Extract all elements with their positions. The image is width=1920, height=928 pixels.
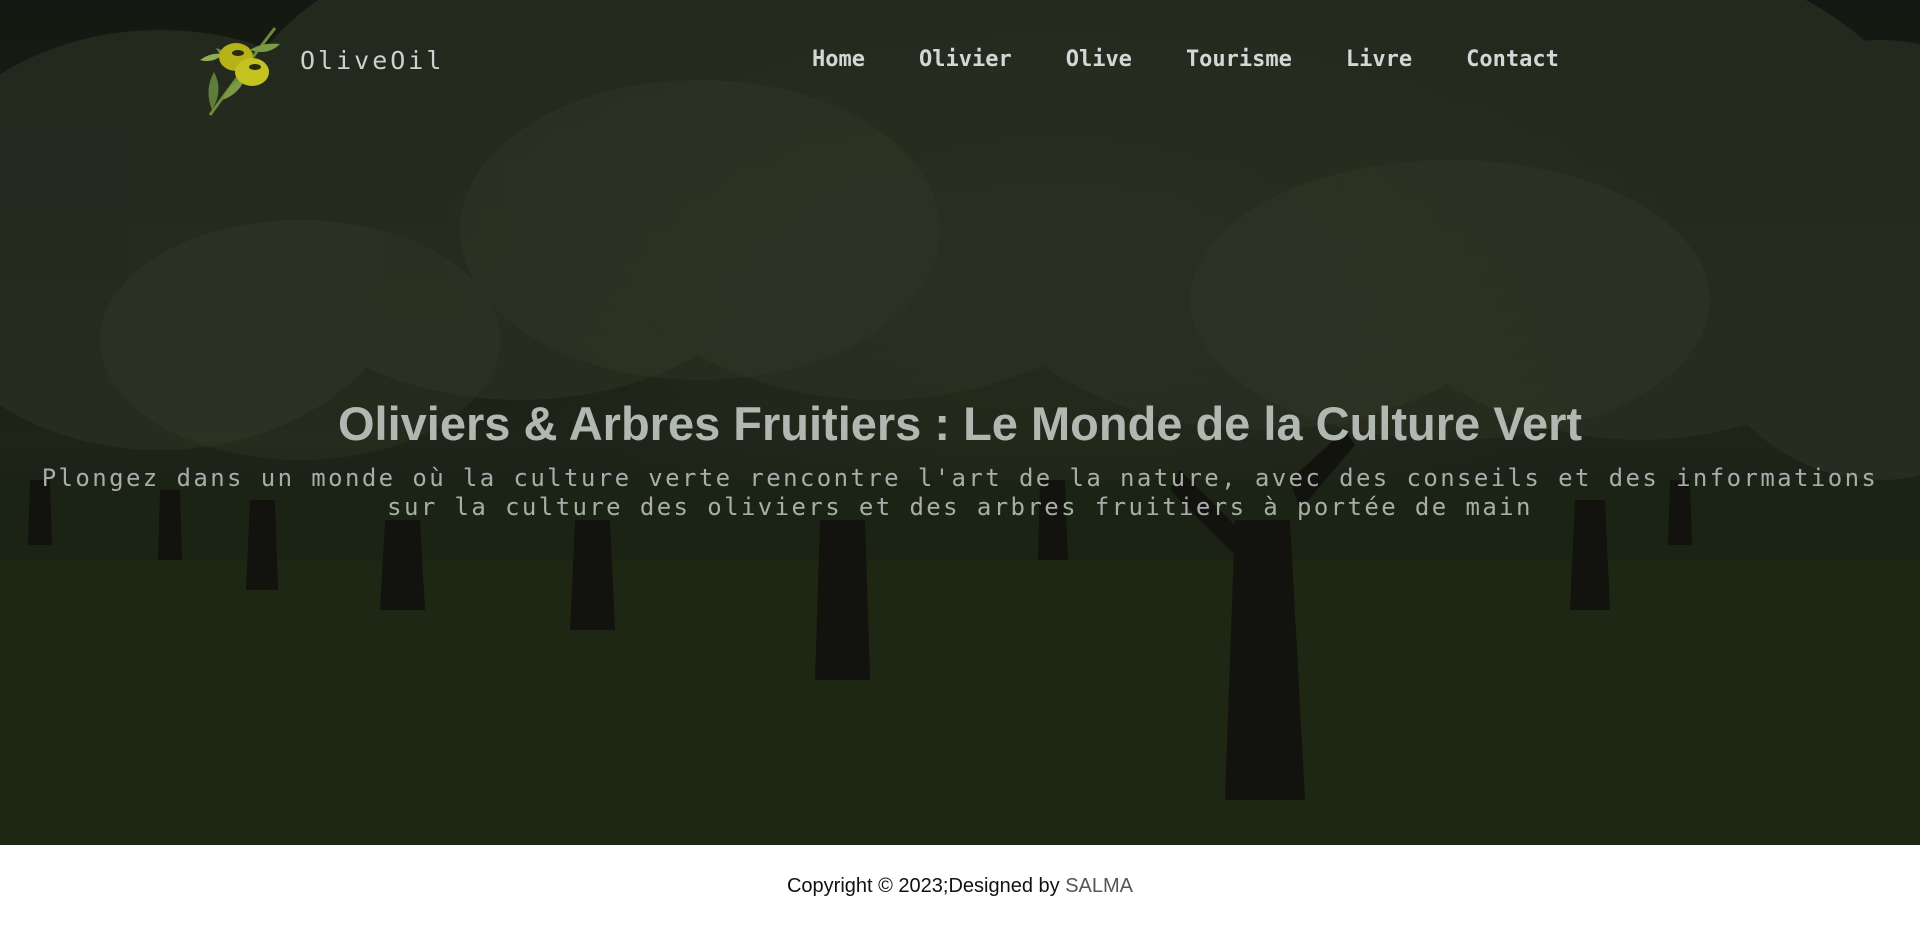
nav-home-link[interactable]: Home — [812, 47, 865, 72]
main-nav: Home Olivier Olive Tourisme Livre Contac… — [812, 44, 1559, 74]
hero-subtitle-line-1: Plongez dans un monde où la culture vert… — [41, 464, 1879, 492]
nav-contact-link[interactable]: Contact — [1466, 47, 1559, 72]
nav-olive-link[interactable]: Olive — [1066, 47, 1132, 72]
author-link[interactable]: SALMA — [1065, 875, 1133, 897]
footer-copyright: Copyright © 2023;Designed by SALMA — [787, 875, 1133, 928]
hero-subtitle: Plongez dans un monde où la culture vert… — [0, 464, 1920, 522]
nav-livre-link[interactable]: Livre — [1346, 47, 1412, 72]
olive-branch-icon[interactable] — [180, 20, 285, 120]
footer: Copyright © 2023;Designed by SALMA — [0, 845, 1920, 928]
hero-section: OliveOil Home Olivier Olive Tourisme Liv… — [0, 0, 1920, 845]
brand-name[interactable]: OliveOil — [300, 46, 444, 75]
hero-title: Oliviers & Arbres Fruitiers : Le Monde d… — [337, 397, 1583, 450]
nav-olivier-link[interactable]: Olivier — [919, 47, 1012, 72]
hero-subtitle-line-2: sur la culture des oliviers et des arbre… — [387, 493, 1533, 521]
nav-tourisme-link[interactable]: Tourisme — [1186, 47, 1292, 72]
copyright-text: Copyright © 2023;Designed by — [786, 875, 1066, 897]
